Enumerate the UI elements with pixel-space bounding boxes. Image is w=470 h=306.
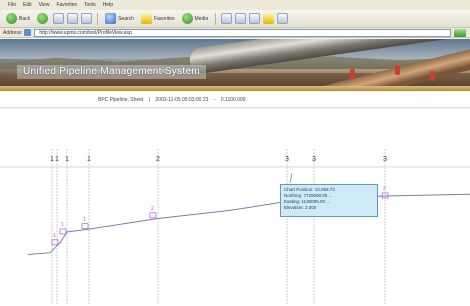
address-label: Address [3,29,22,36]
menu-file[interactable]: File [8,2,16,8]
go-button[interactable] [454,28,466,37]
toolbar-divider [215,12,217,25]
back-label: Back [19,15,31,22]
address-bar: Address http://www.upms.com/tool/Profile… [0,28,470,38]
app-title: Unified Pipeline Management System [17,65,206,79]
menu-view[interactable]: View [39,2,50,8]
mail-icon[interactable] [235,13,247,24]
star-icon [140,13,152,24]
search-label: Search [118,15,134,22]
marker-label: 2 [151,206,154,212]
station-label: 3 [312,156,316,163]
station-marker [149,212,157,219]
menu-tools[interactable]: Tools [84,2,96,8]
tooltip-line: Elevation: 2.000 [284,205,317,210]
marker-label: 1 [53,233,56,239]
marker-label: 1 [61,222,64,228]
browser-window: File Edit View Favorites Tools Help Back… [0,0,470,306]
menu-favorites[interactable]: Favorites [56,2,77,8]
edit-icon[interactable] [277,13,289,24]
status-range: 0.1100.000 [220,97,246,103]
media-button[interactable]: Media [180,12,211,26]
toolbar-divider [97,12,99,25]
station-label: 2 [156,156,160,163]
back-arrow-icon [6,13,17,24]
station-marker [59,228,67,235]
station-marker [81,223,89,229]
marker-label: 1 [83,217,86,223]
banner-worker-figure [395,65,400,75]
forward-arrow-icon [37,13,49,24]
banner-worker-figure [350,69,355,79]
station-label: 1 [50,156,54,163]
page-icon [24,29,32,36]
favorites-button[interactable]: Favorites [139,12,177,26]
profile-status-line: BPC Pipeline, Sheet | 2003-11-05 05:03:0… [0,92,470,108]
pipeline-profile-chart[interactable]: 111123331112333 [0,109,470,306]
status-pipeline: BPC Pipeline, Sheet [98,97,144,103]
banner-accent-strip [0,86,470,91]
menu-edit[interactable]: Edit [23,2,32,8]
banner-worker-figure [430,71,435,81]
status-timestamp: 2003-11-05 05:03:00 23 [155,97,209,103]
profile-line [27,193,470,255]
media-label: Media [194,15,209,22]
menu-help[interactable]: Help [103,2,113,8]
forward-button[interactable] [35,12,50,26]
profile-svg: 111123331112333 [0,149,470,304]
favorites-label: Favorites [153,15,175,22]
history-icon[interactable] [221,13,233,24]
media-icon [181,13,193,24]
print-icon[interactable] [249,13,261,24]
station-label: 1 [65,156,69,163]
station-label: 1 [87,156,91,163]
folder-icon[interactable] [263,13,275,24]
tooltip-pointer [289,172,293,184]
status-separator: - [213,97,216,103]
back-button[interactable]: Back [4,12,32,26]
menu-bar: File Edit View Favorites Tools Help [0,0,470,10]
station-label: 3 [383,156,387,163]
refresh-icon[interactable] [67,13,79,24]
stop-icon[interactable] [53,13,65,24]
marker-label: 3 [383,186,386,192]
station-label: 3 [285,156,289,163]
address-input[interactable]: http://www.upms.com/tool/ProfileView.asp [34,28,451,37]
status-separator: | [148,97,151,103]
search-button[interactable]: Search [103,12,136,26]
point-info-tooltip: Chart Position: 10,059.73 Northing: 7725… [280,184,378,217]
home-icon[interactable] [81,13,93,24]
station-label: 1 [55,156,59,163]
browser-toolbar: Back Search Favorites Media [0,10,470,28]
search-icon [105,13,117,24]
